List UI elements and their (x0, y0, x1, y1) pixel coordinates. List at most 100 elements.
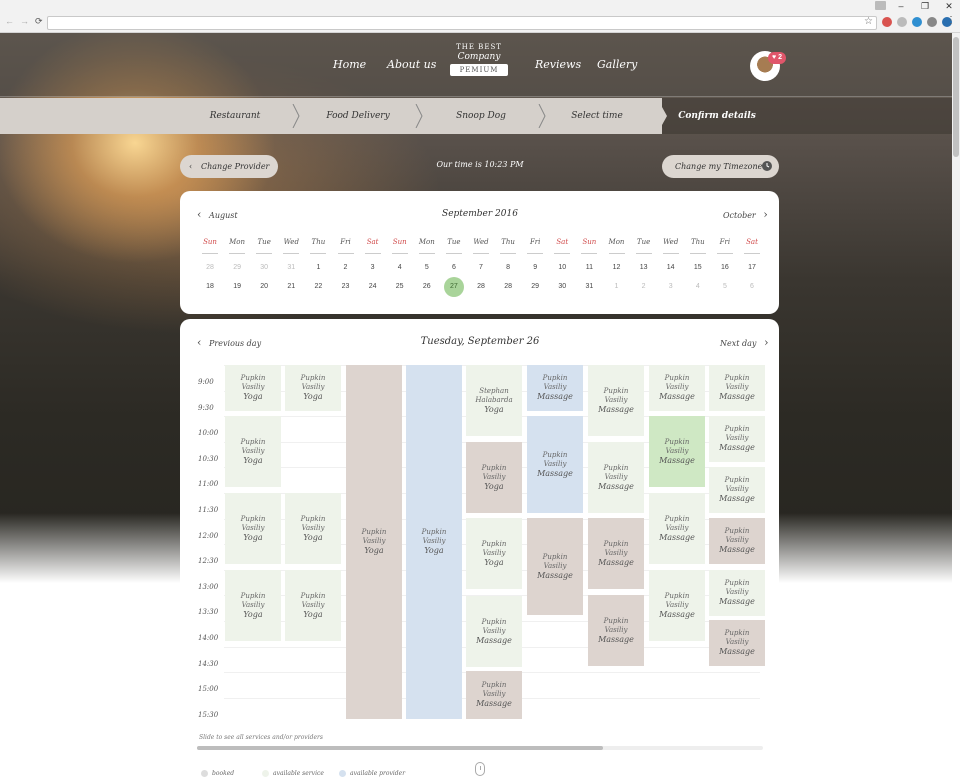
calendar-day[interactable]: 31 (281, 258, 301, 278)
appointment-slot[interactable]: Pupkin Vasiliy Yoga (225, 570, 281, 641)
calendar-day[interactable]: 4 (390, 258, 410, 278)
calendar-day[interactable]: 8 (498, 258, 518, 278)
page-scrollbar[interactable] (952, 33, 960, 510)
next-day-link[interactable]: Next day › (720, 336, 768, 349)
calendar-day[interactable]: 28 (498, 277, 518, 297)
calendar-day[interactable]: 6 (742, 277, 762, 297)
nav-reviews[interactable]: Reviews (535, 58, 581, 71)
notification-badge[interactable]: ♥ 2 (768, 52, 786, 64)
appointment-slot[interactable]: Pupkin Vasiliy Massage (709, 518, 765, 564)
appointment-slot[interactable]: Pupkin Vasiliy Massage (709, 365, 765, 411)
change-timezone-button[interactable]: Change my Timezone (662, 155, 779, 178)
calendar-day[interactable]: 21 (281, 277, 301, 297)
prev-day-link[interactable]: ‹ Previous day (197, 336, 261, 349)
appointment-slot[interactable]: Pupkin Vasiliy Massage (527, 416, 583, 513)
calendar-day[interactable]: 18 (200, 277, 220, 297)
step-confirm-details[interactable]: Confirm details (662, 98, 772, 134)
close-icon[interactable]: ✕ (944, 1, 954, 12)
company-logo[interactable]: THE BEST Company PEMIUM (448, 43, 510, 89)
nav-about-us[interactable]: About us (387, 58, 436, 71)
calendar-day[interactable]: 16 (715, 258, 735, 278)
calendar-day[interactable]: 1 (308, 258, 328, 278)
back-icon[interactable]: ← (5, 16, 14, 27)
step-select-time[interactable]: Select time (542, 98, 652, 134)
appointment-slot[interactable]: Pupkin Vasiliy Yoga (346, 365, 402, 719)
calendar-day[interactable]: 10 (552, 258, 572, 278)
appointment-slot[interactable]: Pupkin Vasiliy Massage (588, 595, 644, 666)
profile-icon[interactable] (875, 1, 886, 10)
next-month-link[interactable]: October › (723, 208, 768, 221)
calendar-day[interactable]: 9 (525, 258, 545, 278)
calendar-day[interactable]: 4 (688, 277, 708, 297)
appointment-slot[interactable]: Pupkin Vasiliy Massage (588, 365, 644, 436)
calendar-day[interactable]: 23 (336, 277, 356, 297)
calendar-day[interactable]: 12 (607, 258, 627, 278)
appointment-slot[interactable]: Pupkin Vasiliy Yoga (225, 416, 281, 487)
calendar-day[interactable]: 24 (363, 277, 383, 297)
calendar-day[interactable]: 19 (227, 277, 247, 297)
appointment-slot[interactable]: Pupkin Vasiliy Massage (709, 620, 765, 666)
address-bar[interactable]: ☆ (47, 16, 877, 30)
appointment-slot[interactable]: Pupkin Vasiliy Yoga (285, 570, 341, 641)
appointment-slot[interactable]: Pupkin Vasiliy Massage (466, 596, 522, 667)
calendar-day[interactable]: 22 (308, 277, 328, 297)
appointment-slot[interactable]: Pupkin Vasiliy Massage (649, 416, 705, 487)
calendar-day[interactable]: 30 (552, 277, 572, 297)
minimize-icon[interactable]: – (896, 1, 906, 12)
extension-icon[interactable] (882, 17, 892, 27)
forward-icon[interactable]: → (20, 16, 29, 27)
maximize-icon[interactable]: ❐ (920, 1, 930, 12)
calendar-day[interactable]: 29 (227, 258, 247, 278)
calendar-day[interactable]: 2 (336, 258, 356, 278)
calendar-day[interactable]: 25 (390, 277, 410, 297)
calendar-day[interactable]: 2 (634, 277, 654, 297)
appointment-slot[interactable]: Stephan Halabarda Yoga (466, 365, 522, 436)
calendar-day[interactable]: 30 (254, 258, 274, 278)
calendar-day[interactable]: 31 (579, 277, 599, 297)
calendar-day[interactable]: 13 (634, 258, 654, 278)
appointment-slot[interactable]: Pupkin Vasiliy Yoga (285, 493, 341, 564)
nav-home[interactable]: Home (333, 58, 366, 71)
calendar-day[interactable]: 5 (715, 277, 735, 297)
appointment-slot[interactable]: Pupkin Vasiliy Massage (709, 570, 765, 616)
calendar-day[interactable]: 3 (661, 277, 681, 297)
calendar-day[interactable]: 26 (417, 277, 437, 297)
calendar-day[interactable]: 1 (607, 277, 627, 297)
appointment-slot[interactable]: Pupkin Vasiliy Massage (709, 416, 765, 462)
reload-icon[interactable]: ⟳ (35, 16, 43, 27)
appointment-slot[interactable]: Pupkin Vasiliy Yoga (406, 365, 462, 719)
calendar-day[interactable]: 5 (417, 258, 437, 278)
extension-icon[interactable] (897, 17, 907, 27)
calendar-day[interactable]: 28 (200, 258, 220, 278)
calendar-day[interactable]: 20 (254, 277, 274, 297)
extension-icon[interactable] (927, 17, 937, 27)
step-food-delivery[interactable]: Food Delivery (303, 98, 413, 134)
calendar-day[interactable]: 28 (471, 277, 491, 297)
bookmark-star-icon[interactable]: ☆ (864, 16, 873, 27)
step-provider[interactable]: Snoop Dog (426, 98, 536, 134)
calendar-day[interactable]: 14 (661, 258, 681, 278)
appointment-slot[interactable]: Pupkin Vasiliy Yoga (285, 365, 341, 411)
appointment-slot[interactable]: Pupkin Vasiliy Massage (527, 365, 583, 411)
calendar-day[interactable]: 17 (742, 258, 762, 278)
appointment-slot[interactable]: Pupkin Vasiliy Massage (588, 518, 644, 589)
prev-month-link[interactable]: ‹ August (197, 208, 238, 221)
appointment-slot[interactable]: Pupkin Vasiliy Massage (466, 671, 522, 719)
browser-menu-icon[interactable]: ⋮ (946, 15, 956, 26)
horizontal-scroll-thumb[interactable] (197, 746, 603, 750)
calendar-day[interactable]: 27 (443, 277, 464, 297)
appointment-slot[interactable]: Pupkin Vasiliy Yoga (225, 365, 281, 411)
appointment-slot[interactable]: Pupkin Vasiliy Yoga (225, 493, 281, 564)
appointment-slot[interactable]: Pupkin Vasiliy Yoga (466, 442, 522, 513)
calendar-day[interactable]: 6 (444, 258, 464, 278)
extension-icon[interactable] (912, 17, 922, 27)
horizontal-scrollbar[interactable] (197, 746, 763, 750)
appointment-slot[interactable]: Pupkin Vasiliy Massage (649, 570, 705, 641)
appointment-slot[interactable]: Pupkin Vasiliy Massage (649, 365, 705, 411)
nav-gallery[interactable]: Gallery (597, 58, 637, 71)
appointment-slot[interactable]: Pupkin Vasiliy Massage (649, 493, 705, 564)
step-restaurant[interactable]: Restaurant (180, 98, 290, 134)
calendar-day[interactable]: 3 (363, 258, 383, 278)
appointment-slot[interactable]: Pupkin Vasiliy Yoga (466, 518, 522, 589)
appointment-slot[interactable]: Pupkin Vasiliy Massage (588, 442, 644, 513)
